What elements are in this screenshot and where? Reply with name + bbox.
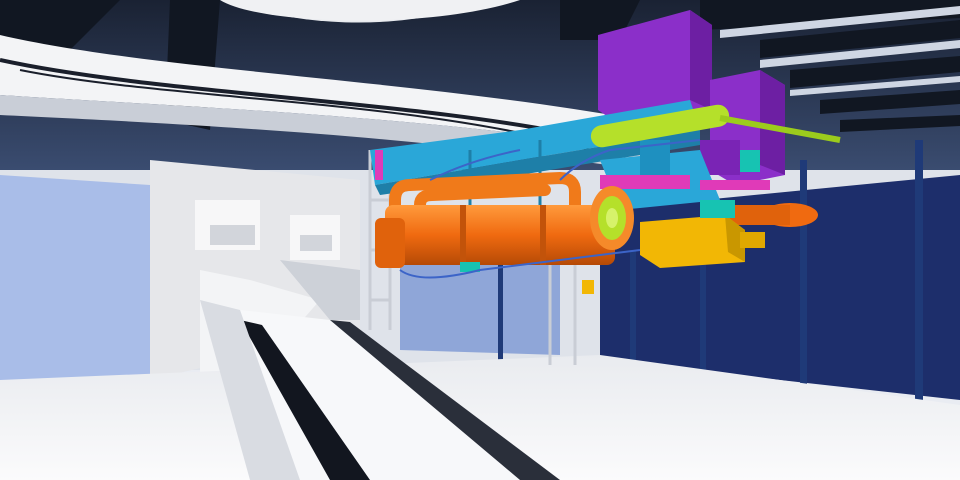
scene-viewport bbox=[0, 0, 960, 480]
left-wall-panel bbox=[0, 175, 150, 380]
scene-render bbox=[0, 0, 960, 480]
